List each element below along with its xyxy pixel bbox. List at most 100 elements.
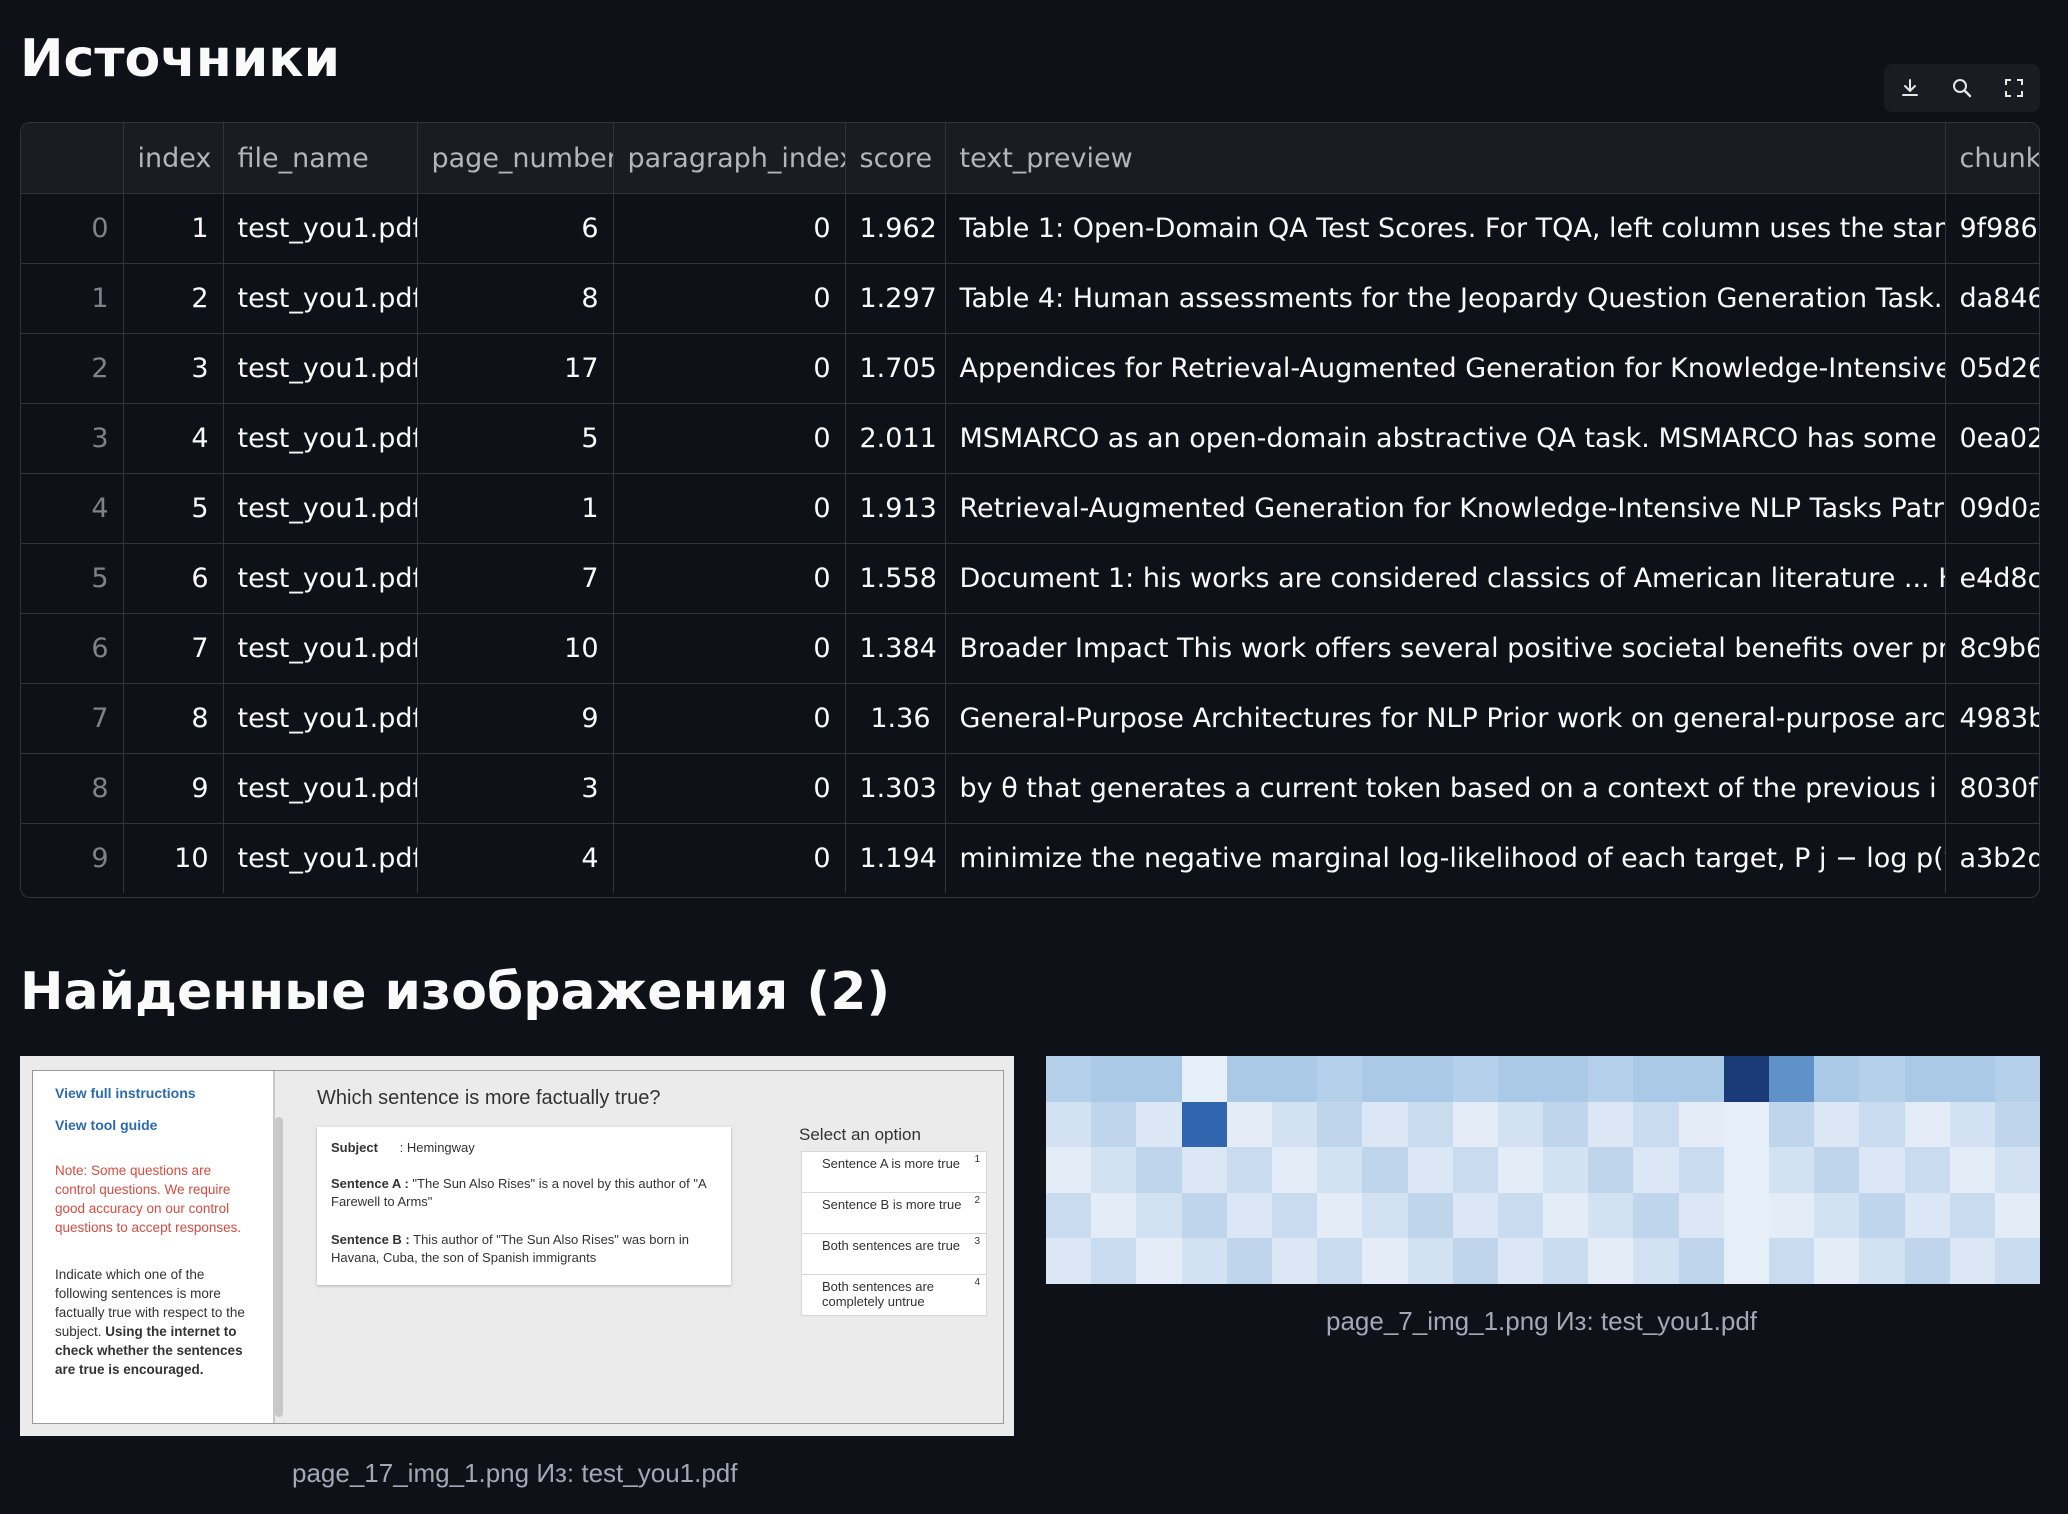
found-image-form[interactable]: View full instructions View tool guide N… — [20, 1056, 1014, 1436]
table-row[interactable]: 4 5 test_you1.pdf 1 0 1.913 Retrieval-Augmente… — [21, 473, 2039, 544]
download-button[interactable] — [1894, 72, 1926, 104]
cell-paragraph-index[interactable]: 0 — [613, 683, 846, 754]
cell-chunk[interactable]: da846f — [1945, 263, 2039, 334]
cell-index[interactable]: 6 — [123, 543, 224, 614]
cell-file-name[interactable]: test_you1.pdf — [223, 403, 418, 474]
cell-paragraph-index[interactable]: 0 — [613, 263, 846, 334]
cell-text-preview[interactable]: Table 1: Open-Domain QA Test Scores. For… — [945, 193, 1946, 264]
cell-page-number[interactable]: 4 — [417, 823, 614, 893]
cell-row[interactable]: 8 — [21, 753, 124, 824]
table-row[interactable]: 1 2 test_you1.pdf 8 0 1.297 Table 4: Human ass… — [21, 263, 2039, 334]
cell-file-name[interactable]: test_you1.pdf — [223, 823, 418, 893]
cell-score[interactable]: 1.36 — [845, 683, 946, 754]
cell-file-name[interactable]: test_you1.pdf — [223, 333, 418, 404]
column-header[interactable]: index — [123, 123, 224, 194]
cell-page-number[interactable]: 5 — [417, 403, 614, 474]
cell-score[interactable]: 1.194 — [845, 823, 946, 893]
table-row[interactable]: 0 1 test_you1.pdf 6 0 1.962 Table 1: Open-Doma… — [21, 193, 2039, 264]
cell-file-name[interactable]: test_you1.pdf — [223, 543, 418, 614]
cell-page-number[interactable]: 17 — [417, 333, 614, 404]
cell-file-name[interactable]: test_you1.pdf — [223, 613, 418, 684]
cell-score[interactable]: 1.384 — [845, 613, 946, 684]
cell-paragraph-index[interactable]: 0 — [613, 193, 846, 264]
cell-row[interactable]: 4 — [21, 473, 124, 544]
cell-score[interactable]: 1.913 — [845, 473, 946, 544]
cell-row[interactable]: 6 — [21, 613, 124, 684]
column-header[interactable]: page_number — [417, 123, 614, 194]
cell-text-preview[interactable]: MSMARCO as an open-domain abstractive QA… — [945, 403, 1946, 474]
cell-text-preview[interactable]: Table 4: Human assessments for the Jeopa… — [945, 263, 1946, 334]
cell-paragraph-index[interactable]: 0 — [613, 823, 846, 893]
cell-row[interactable]: 7 — [21, 683, 124, 754]
fullscreen-button[interactable] — [1998, 72, 2030, 104]
table-row[interactable]: 2 3 test_you1.pdf 17 0 1.705 Appendices for Re… — [21, 333, 2039, 404]
cell-chunk[interactable]: 8030f9 — [1945, 753, 2039, 824]
column-header[interactable]: score — [845, 123, 946, 194]
header-row-index[interactable] — [21, 123, 124, 194]
table-row[interactable]: 5 6 test_you1.pdf 7 0 1.558 Document 1: his wo… — [21, 543, 2039, 614]
cell-file-name[interactable]: test_you1.pdf — [223, 263, 418, 334]
cell-text-preview[interactable]: Retrieval-Augmented Generation for Knowl… — [945, 473, 1946, 544]
cell-paragraph-index[interactable]: 0 — [613, 403, 846, 474]
column-header[interactable]: text_preview — [945, 123, 1946, 194]
cell-page-number[interactable]: 8 — [417, 263, 614, 334]
cell-chunk[interactable]: 0ea028 — [1945, 403, 2039, 474]
cell-chunk[interactable]: 09d0ac — [1945, 473, 2039, 544]
cell-row[interactable]: 1 — [21, 263, 124, 334]
cell-page-number[interactable]: 1 — [417, 473, 614, 544]
cell-file-name[interactable]: test_you1.pdf — [223, 193, 418, 264]
cell-row[interactable]: 2 — [21, 333, 124, 404]
cell-text-preview[interactable]: General-Purpose Architectures for NLP Pr… — [945, 683, 1946, 754]
cell-chunk[interactable]: 4983bc — [1945, 683, 2039, 754]
cell-paragraph-index[interactable]: 0 — [613, 753, 846, 824]
cell-page-number[interactable]: 6 — [417, 193, 614, 264]
search-button[interactable] — [1946, 72, 1978, 104]
cell-page-number[interactable]: 10 — [417, 613, 614, 684]
cell-score[interactable]: 1.962 — [845, 193, 946, 264]
cell-score[interactable]: 1.558 — [845, 543, 946, 614]
cell-index[interactable]: 2 — [123, 263, 224, 334]
cell-score[interactable]: 1.297 — [845, 263, 946, 334]
table-row[interactable]: 6 7 test_you1.pdf 10 0 1.384 Broader Impact Th… — [21, 613, 2039, 684]
column-header[interactable]: file_name — [223, 123, 418, 194]
cell-file-name[interactable]: test_you1.pdf — [223, 753, 418, 824]
cell-paragraph-index[interactable]: 0 — [613, 613, 846, 684]
cell-row[interactable]: 9 — [21, 823, 124, 893]
cell-chunk[interactable]: a3b2dc — [1945, 823, 2039, 893]
sources-table[interactable]: index file_name page_number paragraph_index… — [20, 122, 2040, 898]
cell-page-number[interactable]: 9 — [417, 683, 614, 754]
cell-chunk[interactable]: e4d8ce — [1945, 543, 2039, 614]
table-row[interactable]: 9 10 test_you1.pdf 4 0 1.194 minimize the nega… — [21, 823, 2039, 893]
cell-text-preview[interactable]: by θ that generates a current token base… — [945, 753, 1946, 824]
cell-row[interactable]: 0 — [21, 193, 124, 264]
column-header[interactable]: chunk_ — [1945, 123, 2039, 194]
table-row[interactable]: 3 4 test_you1.pdf 5 0 2.011 MSMARCO as an open… — [21, 403, 2039, 474]
found-image-heatmap[interactable] — [1046, 1056, 2040, 1284]
cell-row[interactable]: 5 — [21, 543, 124, 614]
cell-index[interactable]: 4 — [123, 403, 224, 474]
cell-file-name[interactable]: test_you1.pdf — [223, 683, 418, 754]
column-header[interactable]: paragraph_index — [613, 123, 846, 194]
cell-score[interactable]: 2.011 — [845, 403, 946, 474]
cell-index[interactable]: 3 — [123, 333, 224, 404]
cell-text-preview[interactable]: Document 1: his works are considered cla… — [945, 543, 1946, 614]
table-row[interactable]: 8 9 test_you1.pdf 3 0 1.303 by θ that generate… — [21, 753, 2039, 824]
cell-page-number[interactable]: 7 — [417, 543, 614, 614]
cell-chunk[interactable]: 8c9b64 — [1945, 613, 2039, 684]
cell-row[interactable]: 3 — [21, 403, 124, 474]
cell-paragraph-index[interactable]: 0 — [613, 333, 846, 404]
cell-chunk[interactable]: 9f986c — [1945, 193, 2039, 264]
cell-chunk[interactable]: 05d261 — [1945, 333, 2039, 404]
cell-text-preview[interactable]: Broader Impact This work offers several … — [945, 613, 1946, 684]
cell-page-number[interactable]: 3 — [417, 753, 614, 824]
cell-file-name[interactable]: test_you1.pdf — [223, 473, 418, 544]
cell-index[interactable]: 7 — [123, 613, 224, 684]
cell-index[interactable]: 5 — [123, 473, 224, 544]
cell-text-preview[interactable]: minimize the negative marginal log-likel… — [945, 823, 1946, 893]
cell-index[interactable]: 1 — [123, 193, 224, 264]
cell-paragraph-index[interactable]: 0 — [613, 473, 846, 544]
table-row[interactable]: 7 8 test_you1.pdf 9 0 1.36 General-Purpose Arc… — [21, 683, 2039, 754]
cell-paragraph-index[interactable]: 0 — [613, 543, 846, 614]
cell-index[interactable]: 10 — [123, 823, 224, 893]
cell-index[interactable]: 8 — [123, 683, 224, 754]
